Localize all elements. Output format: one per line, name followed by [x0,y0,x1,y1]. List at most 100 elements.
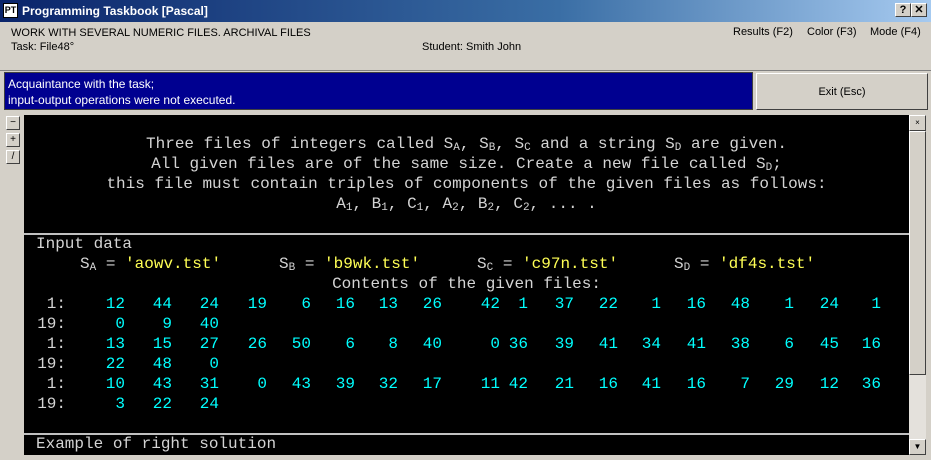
file-value: 48 [730,295,750,313]
vertical-scrollbar[interactable]: × ▼ [909,115,926,455]
file-name-b: SB = 'b9wk.tst' [279,255,421,274]
file-value: 43 [291,375,311,393]
file-value: 50 [291,335,311,353]
status-line-2: input-output operations were not execute… [8,93,236,107]
file-value: 13 [378,295,398,313]
task-line-2: All given files are of the same size. Cr… [151,155,782,174]
task-console: Three files of integers called SA, SB, S… [24,115,909,455]
file-value: 31 [199,375,219,393]
file-value: 41 [686,335,706,353]
file-value: 42 [508,375,528,393]
window-title: Programming Taskbook [Pascal] [22,4,208,18]
file-value: 16 [861,335,881,353]
file-value: 3 [115,395,125,413]
file-value: 1 [651,295,661,313]
row-index: 1: [46,295,66,313]
file-value: 37 [554,295,574,313]
row-index: 1: [46,335,66,353]
file-value: 16 [598,375,618,393]
file-value: 24 [819,295,839,313]
file-value: 48 [152,355,172,373]
scroll-down-button[interactable]: ▼ [909,439,926,455]
file-value: 32 [378,375,398,393]
file-value: 24 [199,295,219,313]
contents-label: Contents of the given files: [332,275,601,293]
input-data-heading: Input data [36,235,133,253]
file-value: 17 [422,375,442,393]
status-line-1: Acquaintance with the task; [8,77,155,91]
font-decrease-button[interactable]: − [6,116,20,130]
file-content-row: 19: 3 22 24 [24,395,909,413]
file-value: 36 [861,375,881,393]
file-value: 1 [871,295,881,313]
file-name-c: SC = 'c97n.tst' [477,255,619,274]
app-icon: PT [3,3,18,18]
file-value: 22 [598,295,618,313]
file-value: 43 [152,375,172,393]
file-value: 15 [152,335,172,353]
file-value: 1 [784,295,794,313]
file-value: 13 [105,335,125,353]
close-button[interactable]: ✕ [911,3,927,17]
file-value: 16 [686,295,706,313]
task-header: WORK WITH SEVERAL NUMERIC FILES. ARCHIVA… [0,22,931,71]
file-value: 41 [641,375,661,393]
file-value: 26 [247,335,267,353]
scroll-thumb[interactable] [909,131,926,375]
file-value: 27 [199,335,219,353]
file-value: 40 [422,335,442,353]
file-value: 0 [209,355,219,373]
file-content-row: 19: 0 9 40 [24,315,909,333]
file-value: 39 [554,335,574,353]
file-value: 45 [819,335,839,353]
file-content-row: 1: 10 43 31 0 43 39 32 17 11 42 21 16 41 16 7 29 12 36 [24,375,909,393]
file-value: 0 [115,315,125,333]
console-close-button[interactable]: × [909,115,926,131]
results-menu[interactable]: Results (F2) [733,25,793,39]
task-line-4: A1, B1, C1, A2, B2, C2, ... . [336,195,597,214]
file-content-row: 1: 12 44 24 19 6 16 13 26 42 1 37 22 1 16 48 1 24 1 [24,295,909,313]
file-value: 44 [152,295,172,313]
file-value: 7 [740,375,750,393]
file-value: 6 [301,295,311,313]
task-name: Task: File48° [11,41,75,53]
task-line-1: Three files of integers called SA, SB, S… [146,135,787,154]
help-button[interactable]: ? [895,3,911,17]
file-value: 19 [247,295,267,313]
row-index: 19: [37,395,66,413]
file-value: 16 [335,295,355,313]
row-index: 1: [46,375,66,393]
title-bar: PT Programming Taskbook [Pascal] ? ✕ [0,0,931,22]
file-name-a: SA = 'aowv.tst' [80,255,222,274]
color-menu[interactable]: Color (F3) [807,25,857,39]
file-value: 41 [598,335,618,353]
task-line-3: this file must contain triples of compon… [106,175,827,193]
file-value: 22 [105,355,125,373]
file-value: 21 [554,375,574,393]
exit-label: Exit (Esc) [818,85,866,98]
file-value: 6 [784,335,794,353]
file-value: 16 [686,375,706,393]
file-value: 29 [774,375,794,393]
file-value: 22 [152,395,172,413]
exit-button[interactable]: Exit (Esc) [756,73,928,110]
file-value: 6 [345,335,355,353]
example-heading: Example of right solution [36,435,277,453]
file-value: 0 [257,375,267,393]
toggle-view-button[interactable]: / [6,150,20,164]
file-value: 24 [199,395,219,413]
file-value: 12 [819,375,839,393]
file-value: 39 [335,375,355,393]
mode-menu[interactable]: Mode (F4) [870,25,921,39]
file-value: 40 [199,315,219,333]
file-value: 38 [730,335,750,353]
file-value: 10 [105,375,125,393]
student-name: Student: Smith John [422,41,522,53]
file-value: 34 [641,335,661,353]
file-value: 36 [508,335,528,353]
file-content-row: 19: 22 48 0 [24,355,909,373]
font-increase-button[interactable]: + [6,133,20,147]
file-value: 9 [162,315,172,333]
group-title: WORK WITH SEVERAL NUMERIC FILES. ARCHIVA… [11,27,311,39]
separator [24,233,909,235]
